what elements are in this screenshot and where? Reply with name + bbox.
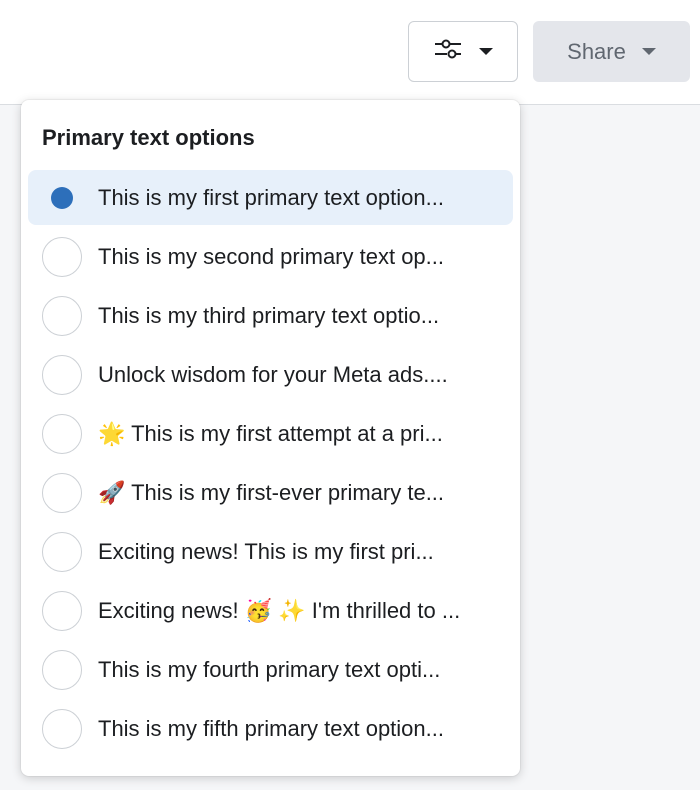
option-label: 🌟 This is my first attempt at a pri... [98, 420, 443, 446]
radio-button[interactable] [42, 413, 82, 454]
chevron-down-icon [479, 48, 493, 55]
radio-button[interactable] [42, 649, 82, 690]
option-item[interactable]: 🌟 This is my first attempt at a pri... [28, 406, 513, 461]
option-item[interactable]: Exciting news! This is my first pri... [28, 524, 513, 579]
option-item[interactable]: This is my first primary text option... [28, 170, 513, 225]
radio-button[interactable] [42, 531, 82, 572]
primary-text-options-dropdown: Primary text options This is my first pr… [21, 100, 520, 776]
option-item[interactable]: This is my third primary text optio... [28, 288, 513, 343]
option-label: This is my second primary text op... [98, 243, 444, 269]
option-label: This is my third primary text optio... [98, 302, 440, 328]
top-bar: Share [0, 0, 700, 105]
radio-button[interactable] [42, 295, 82, 336]
radio-button[interactable] [42, 472, 82, 513]
option-label: Exciting news! 🥳 ✨ I'm thrilled to ... [98, 597, 461, 623]
chevron-down-icon [641, 48, 656, 55]
option-label: This is my fifth primary text option... [98, 715, 444, 741]
radio-button[interactable] [42, 354, 82, 395]
option-item[interactable]: This is my fourth primary text opti... [28, 642, 513, 697]
option-label: Unlock wisdom for your Meta ads.... [98, 361, 448, 387]
option-item[interactable]: Exciting news! 🥳 ✨ I'm thrilled to ... [28, 583, 513, 638]
option-label: 🚀 This is my first-ever primary te... [98, 479, 445, 505]
options-list: This is my first primary text option... … [28, 170, 513, 760]
option-label: This is my fourth primary text opti... [98, 656, 441, 682]
radio-selected-dot [51, 186, 73, 209]
option-label: This is my first primary text option... [98, 184, 444, 210]
sliders-icon [433, 38, 463, 65]
dropdown-title: Primary text options [42, 125, 255, 150]
share-button[interactable]: Share [533, 21, 690, 82]
option-item[interactable]: 🚀 This is my first-ever primary te... [28, 465, 513, 520]
filter-dropdown-button[interactable] [408, 21, 518, 82]
radio-button[interactable] [42, 236, 82, 277]
option-label: Exciting news! This is my first pri... [98, 538, 434, 564]
option-item[interactable]: This is my fifth primary text option... [28, 701, 513, 756]
radio-button[interactable] [42, 590, 82, 631]
option-item[interactable]: This is my second primary text op... [28, 229, 513, 284]
share-label: Share [567, 38, 626, 64]
option-item[interactable]: Unlock wisdom for your Meta ads.... [28, 347, 513, 402]
radio-button[interactable] [42, 708, 82, 749]
radio-button[interactable] [42, 178, 82, 218]
